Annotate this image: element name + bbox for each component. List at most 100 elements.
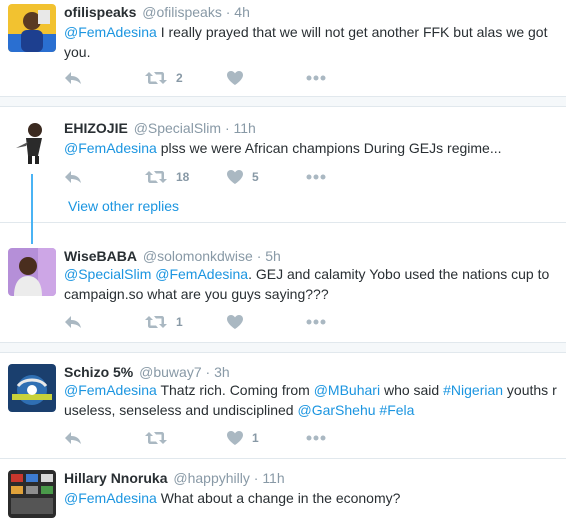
- timestamp[interactable]: 11h: [262, 470, 284, 486]
- like-button[interactable]: 5: [227, 167, 259, 187]
- divider: [0, 96, 566, 97]
- reply-button[interactable]: [64, 428, 82, 448]
- tweet-actions: 2: [64, 68, 364, 88]
- mention-link[interactable]: @MBuhari: [314, 382, 380, 398]
- avatar[interactable]: [8, 248, 56, 296]
- tweet: ofilispeaks @ofilispeaks · 4h @FemAdesin…: [0, 0, 566, 96]
- timestamp[interactable]: 3h: [214, 364, 230, 380]
- retweet-button[interactable]: 18: [145, 167, 189, 187]
- tweet-text: @FemAdesina I really prayed that we will…: [64, 22, 564, 62]
- tweet-header: Schizo 5% @buway7 · 3h: [64, 364, 230, 380]
- username[interactable]: @solomonkdwise: [143, 248, 253, 264]
- more-icon: [306, 435, 326, 441]
- timestamp[interactable]: 11h: [234, 120, 256, 136]
- separator: ·: [205, 364, 211, 380]
- more-options-button[interactable]: [306, 428, 326, 448]
- display-name[interactable]: Schizo 5%: [64, 364, 133, 380]
- retweet-button[interactable]: 2: [145, 68, 183, 88]
- tweet-text-line: @FemAdesina plss we were African champio…: [64, 138, 564, 158]
- retweet-icon: [145, 72, 167, 84]
- mention-link[interactable]: @FemAdesina: [64, 382, 157, 398]
- retweet-icon: [145, 432, 167, 444]
- text-segment: . GEJ and calamity Yobo used the nations…: [248, 266, 550, 282]
- view-other-replies-link[interactable]: View other replies: [68, 198, 179, 214]
- username[interactable]: @happyhilly: [173, 470, 249, 486]
- separator: ·: [256, 248, 262, 264]
- retweet-icon: [145, 171, 167, 183]
- timestamp[interactable]: 5h: [265, 248, 281, 264]
- retweet-count: 18: [176, 170, 190, 184]
- display-name[interactable]: EHIZOJIE: [64, 120, 128, 136]
- tweet-text: @FemAdesina What about a change in the e…: [64, 488, 564, 508]
- thread-gap: [0, 96, 566, 106]
- like-button[interactable]: 1: [227, 428, 259, 448]
- text-segment: useless, senseless and undisciplined: [64, 402, 298, 418]
- reply-icon: [65, 171, 81, 183]
- more-options-button[interactable]: [306, 312, 326, 332]
- tweet-text: @SpecialSlim @FemAdesina. GEJ and calami…: [64, 264, 564, 304]
- tweet-text-line: you.: [64, 42, 564, 62]
- mention-link[interactable]: @FemAdesina: [64, 490, 157, 506]
- heart-icon: [227, 315, 243, 329]
- tweet: Hillary Nnoruka @happyhilly · 11h @FemAd…: [0, 458, 566, 518]
- tweet-header: WiseBABA @solomonkdwise · 5h: [64, 248, 281, 264]
- tweet-text-line: useless, senseless and undisciplined @Ga…: [64, 400, 564, 420]
- display-name[interactable]: WiseBABA: [64, 248, 137, 264]
- retweet-button[interactable]: 1: [145, 312, 183, 332]
- avatar[interactable]: [8, 470, 56, 518]
- username[interactable]: @ofilispeaks: [142, 4, 222, 20]
- username[interactable]: @buway7: [139, 364, 201, 380]
- tweet: Schizo 5% @buway7 · 3h @FemAdesina Thatz…: [0, 352, 566, 458]
- retweet-icon: [145, 316, 167, 328]
- text-segment: Thatz rich. Coming from: [156, 382, 314, 398]
- avatar[interactable]: [8, 4, 56, 52]
- tweet-text-line: @FemAdesina What about a change in the e…: [64, 488, 564, 508]
- like-button[interactable]: [227, 68, 252, 88]
- heart-icon: [227, 71, 243, 85]
- text-segment: campaign.so what are you guys saying???: [64, 286, 329, 302]
- text-segment: What about a change in the economy?: [156, 490, 401, 506]
- username[interactable]: @SpecialSlim: [134, 120, 221, 136]
- reply-button[interactable]: [64, 68, 82, 88]
- tweet-text-line: @FemAdesina Thatz rich. Coming from @MBu…: [64, 380, 564, 400]
- text-segment: who said: [380, 382, 444, 398]
- avatar[interactable]: [8, 118, 56, 166]
- mention-link[interactable]: #Fela: [379, 402, 414, 418]
- tweet-text-line: @FemAdesina I really prayed that we will…: [64, 22, 564, 42]
- more-options-button[interactable]: [306, 167, 326, 187]
- mention-link[interactable]: @FemAdesina: [64, 140, 157, 156]
- display-name[interactable]: Hillary Nnoruka: [64, 470, 167, 486]
- more-icon: [306, 174, 326, 180]
- like-count: 1: [252, 431, 259, 445]
- separator: ·: [225, 4, 231, 20]
- text-segment: plss we were African champions During GE…: [156, 140, 502, 156]
- reply-icon: [65, 316, 81, 328]
- tweet-actions: 18 5: [64, 167, 364, 187]
- more-icon: [306, 75, 326, 81]
- mention-link[interactable]: @GarShehu: [297, 402, 375, 418]
- reply-icon: [65, 432, 81, 444]
- mention-link[interactable]: @FemAdesina: [64, 24, 157, 40]
- more-icon: [306, 319, 326, 325]
- separator: ·: [253, 470, 259, 486]
- tweet-text: @FemAdesina Thatz rich. Coming from @MBu…: [64, 380, 564, 420]
- timestamp[interactable]: 4h: [234, 4, 250, 20]
- thread-gap: [0, 342, 566, 352]
- tweet-actions: 1: [64, 312, 364, 332]
- heart-icon: [227, 170, 243, 184]
- mention-link[interactable]: @FemAdesina: [155, 266, 248, 282]
- text-segment: you.: [64, 44, 91, 60]
- mention-link[interactable]: #Nigerian: [443, 382, 503, 398]
- like-button[interactable]: [227, 312, 252, 332]
- more-options-button[interactable]: [306, 68, 326, 88]
- mention-link[interactable]: @SpecialSlim: [64, 266, 151, 282]
- tweet: WiseBABA @solomonkdwise · 5h @SpecialSli…: [0, 222, 566, 342]
- text-segment: youths r: [503, 382, 557, 398]
- retweet-button[interactable]: [145, 428, 176, 448]
- reply-button[interactable]: [64, 167, 82, 187]
- avatar[interactable]: [8, 364, 56, 412]
- display-name[interactable]: ofilispeaks: [64, 4, 136, 20]
- text-segment: I really prayed that we will not get ano…: [156, 24, 548, 40]
- reply-button[interactable]: [64, 312, 82, 332]
- heart-icon: [227, 431, 243, 445]
